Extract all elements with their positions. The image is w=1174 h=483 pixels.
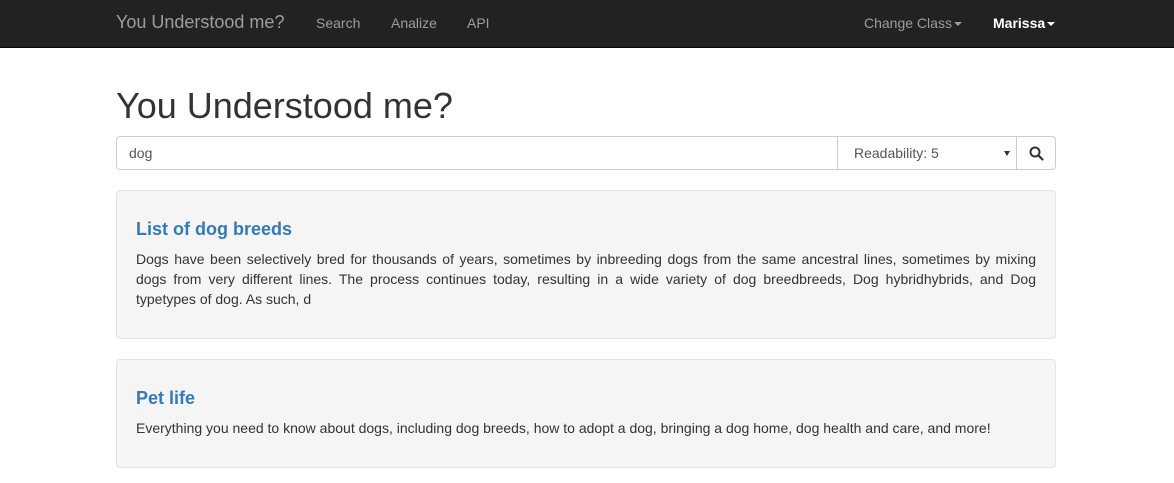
top-navbar: You Understood me? Search Analize API Ch…: [0, 0, 1174, 48]
readability-select[interactable]: Readability: 5: [837, 136, 1017, 170]
result-title-link[interactable]: Pet life: [136, 388, 195, 409]
result-snippet: Dogs have been selectively bred for thou…: [136, 251, 1036, 307]
readability-selected-value: Readability: 5: [854, 145, 939, 161]
nav-link-search[interactable]: Search: [316, 15, 360, 31]
search-button[interactable]: [1016, 136, 1056, 170]
result-card: List of dog breeds Dogs have been select…: [116, 190, 1056, 339]
user-name: Marissa: [993, 15, 1046, 31]
result-card: Pet life Everything you need to know abo…: [116, 359, 1056, 468]
select-arrow-icon: [1004, 151, 1010, 156]
caret-down-icon: [1047, 22, 1056, 27]
change-class-label: Change Class: [864, 15, 952, 31]
search-input[interactable]: [116, 136, 838, 170]
search-icon: [1029, 146, 1044, 161]
result-title-link[interactable]: List of dog breeds: [136, 219, 292, 240]
search-form: Readability: 5: [116, 136, 1056, 170]
result-snippet: Everything you need to know about dogs, …: [136, 420, 991, 436]
caret-down-icon: [953, 22, 962, 27]
user-menu-dropdown[interactable]: Marissa: [993, 15, 1056, 31]
change-class-dropdown[interactable]: Change Class: [864, 15, 962, 31]
nav-link-analize[interactable]: Analize: [391, 15, 437, 31]
page-title: You Understood me?: [116, 85, 453, 126]
nav-link-api[interactable]: API: [467, 15, 490, 31]
navbar-brand[interactable]: You Understood me?: [116, 12, 284, 33]
